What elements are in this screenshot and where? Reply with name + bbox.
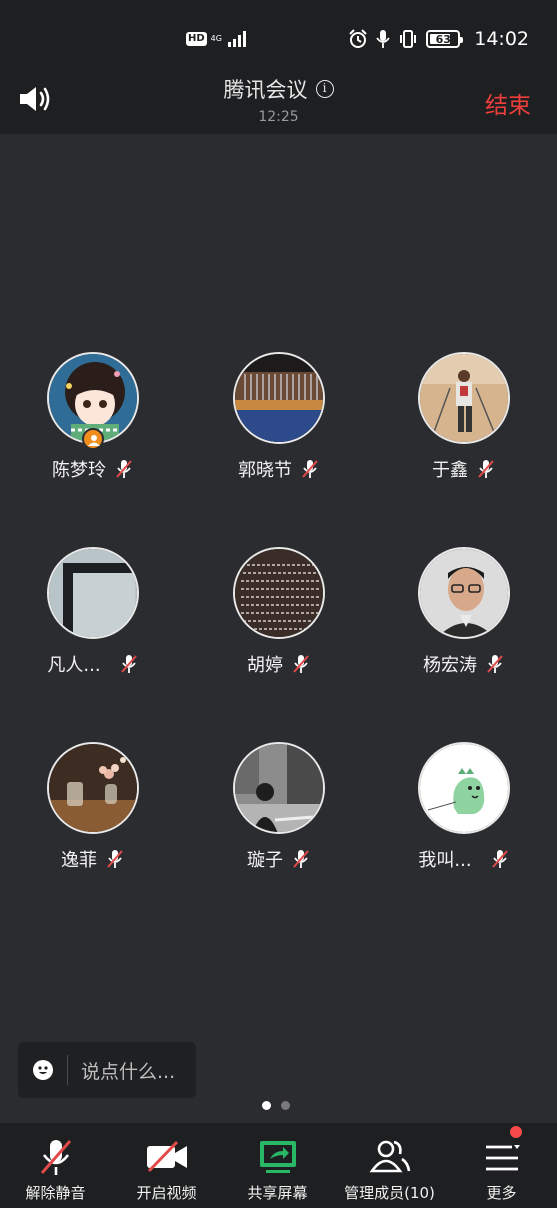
participant-tile[interactable]: 于鑫 xyxy=(371,350,557,490)
hd-badge: HD xyxy=(186,32,207,46)
avatar xyxy=(233,547,325,639)
video-off-icon xyxy=(146,1140,187,1173)
info-icon[interactable]: i xyxy=(315,80,334,98)
mic-muted-icon xyxy=(491,850,508,868)
avatar xyxy=(47,742,139,834)
participant-name: 杨宏涛 xyxy=(423,655,477,676)
avatar xyxy=(418,547,510,639)
status-bar: HD 4G 63 14:02 xyxy=(0,0,557,66)
meeting-title-text: 腾讯会议 xyxy=(223,78,308,102)
status-left: HD 4G xyxy=(186,30,249,48)
battery-level: 63 xyxy=(435,32,451,46)
participant-name: 我叫... xyxy=(418,850,472,871)
meeting-duration: 12:25 xyxy=(258,109,299,125)
mic-muted-icon xyxy=(487,655,503,673)
mic-muted-icon xyxy=(107,850,123,868)
avatar xyxy=(418,742,510,834)
participant-tile[interactable]: 璇子 xyxy=(186,740,372,880)
participant-tile[interactable]: 陈梦玲 xyxy=(0,350,186,490)
status-right: 63 14:02 xyxy=(348,28,529,50)
more-button[interactable]: 更多 xyxy=(446,1123,557,1208)
avatar xyxy=(233,352,325,444)
emoji-icon[interactable] xyxy=(33,1060,53,1080)
manage-members-button[interactable]: 管理成员(10) xyxy=(333,1123,446,1208)
start-video-button[interactable]: 开启视频 xyxy=(111,1123,222,1208)
chat-placeholder: 说点什么... xyxy=(81,1060,176,1083)
share-screen-button[interactable]: 共享屏幕 xyxy=(222,1123,333,1208)
participant-name-row: 杨宏涛 xyxy=(371,651,557,677)
host-badge-icon xyxy=(82,428,104,450)
participant-name-row: 凡人... xyxy=(0,651,186,677)
share-screen-icon xyxy=(259,1141,296,1173)
chat-divider xyxy=(67,1055,68,1085)
battery-indicator: 63 xyxy=(426,30,464,48)
page-dot[interactable] xyxy=(281,1101,290,1110)
microphone-status-icon xyxy=(376,30,390,48)
participant-tile[interactable]: 郭晓节 xyxy=(186,350,372,490)
clock: 14:02 xyxy=(474,28,529,50)
participant-tile[interactable]: 杨宏涛 xyxy=(371,545,557,685)
unmute-label: 解除静音 xyxy=(25,1184,86,1202)
mic-muted-icon xyxy=(293,850,309,868)
participant-name: 璇子 xyxy=(247,850,283,871)
unmute-button[interactable]: 解除静音 xyxy=(0,1123,111,1208)
page-dot-active[interactable] xyxy=(262,1101,271,1110)
mic-muted-icon xyxy=(120,655,137,673)
alarm-icon xyxy=(349,29,367,48)
participant-tile[interactable]: 逸菲 xyxy=(0,740,186,880)
participant-name: 逸菲 xyxy=(61,850,97,871)
avatar xyxy=(47,547,139,639)
end-meeting-button[interactable]: 结束 xyxy=(485,86,531,120)
participant-name-row: 郭晓节 xyxy=(186,456,372,482)
participant-name-row: 我叫... xyxy=(371,846,557,872)
participant-name: 凡人... xyxy=(47,655,101,676)
share-label: 共享屏幕 xyxy=(247,1184,308,1202)
chat-input-box[interactable]: 说点什么... xyxy=(18,1042,196,1098)
menu-icon xyxy=(485,1145,520,1171)
mic-muted-icon xyxy=(302,460,318,478)
participant-name: 陈梦玲 xyxy=(52,460,106,481)
participant-tile[interactable]: 凡人... xyxy=(0,545,186,685)
members-icon xyxy=(369,1140,410,1173)
signal-icon xyxy=(227,31,246,47)
participant-name-row: 胡婷 xyxy=(186,651,372,677)
avatar xyxy=(233,742,325,834)
mic-muted-icon xyxy=(293,655,309,673)
network-type: 4G xyxy=(210,34,222,43)
participant-tile[interactable]: 胡婷 xyxy=(186,545,372,685)
more-label: 更多 xyxy=(486,1184,517,1202)
video-label: 开启视频 xyxy=(136,1184,197,1202)
participant-tile[interactable]: 我叫... xyxy=(371,740,557,880)
participant-name-row: 于鑫 xyxy=(371,456,557,482)
participant-name-row: 陈梦玲 xyxy=(0,456,186,482)
mic-muted-icon xyxy=(116,460,132,478)
page-indicator xyxy=(262,1101,290,1110)
notification-dot xyxy=(510,1126,522,1138)
avatar xyxy=(418,352,510,444)
meeting-title-area: 腾讯会议 i 12:25 xyxy=(0,74,557,125)
meeting-title[interactable]: 腾讯会议 i xyxy=(224,74,334,104)
participant-name: 胡婷 xyxy=(247,655,283,676)
vibrate-icon xyxy=(400,30,417,48)
mic-muted-icon xyxy=(478,460,494,478)
participant-name-row: 璇子 xyxy=(186,846,372,872)
members-label: 管理成员(10) xyxy=(344,1184,435,1202)
meeting-header: 腾讯会议 i 12:25 结束 xyxy=(0,66,557,134)
bottom-toolbar: 解除静音 开启视频 共享屏幕 管理成员(10) 更多 xyxy=(0,1123,557,1208)
mic-off-icon xyxy=(40,1140,71,1175)
participant-name-row: 逸菲 xyxy=(0,846,186,872)
participant-name: 于鑫 xyxy=(432,460,468,481)
participant-name: 郭晓节 xyxy=(238,460,292,481)
